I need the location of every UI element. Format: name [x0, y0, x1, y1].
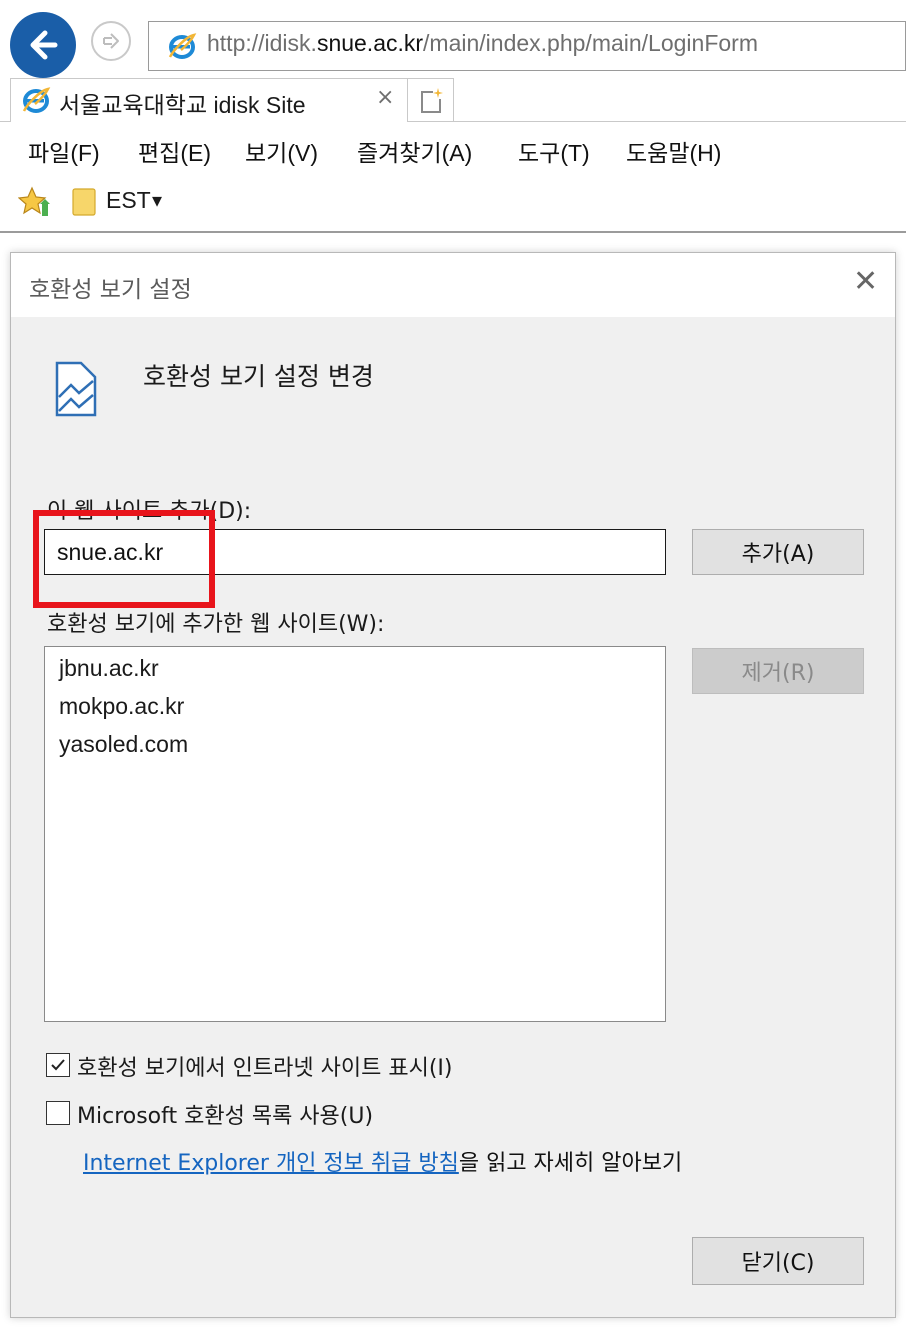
ms-compat-list-checkbox-label[interactable]: Microsoft 호환성 목록 사용(U): [77, 1098, 373, 1130]
browser-chrome: http://idisk.snue.ac.kr/main/index.php/m…: [0, 0, 906, 233]
add-button[interactable]: 추가(A): [692, 529, 864, 575]
favorites-bar: EST ▾: [0, 176, 906, 226]
address-bar[interactable]: http://idisk.snue.ac.kr/main/index.php/m…: [148, 21, 906, 71]
compatibility-view-dialog: 호환성 보기 설정 ✕ 호환성 보기 설정 변경 이 웹 사이트 추가(D): …: [10, 252, 896, 1318]
back-arrow-icon: [30, 30, 58, 60]
ie-logo-icon: [168, 33, 197, 59]
dialog-close-button[interactable]: ✕: [853, 267, 878, 297]
site-list-item[interactable]: mokpo.ac.kr: [59, 693, 184, 720]
privacy-line: Internet Explorer 개인 정보 취급 방침을 읽고 자세히 알아…: [83, 1145, 682, 1177]
site-list-item[interactable]: jbnu.ac.kr: [59, 655, 159, 682]
menu-bar: 파일(F) 편집(E) 보기(V) 즐겨찾기(A) 도구(T) 도움말(H): [0, 126, 906, 170]
folder-icon: [72, 188, 96, 216]
browser-tab[interactable]: 서울교육대학교 idisk Site ×: [10, 78, 408, 122]
favorites-star-icon[interactable]: [18, 186, 52, 218]
menu-file[interactable]: 파일(F): [28, 134, 100, 168]
menu-view[interactable]: 보기(V): [245, 134, 318, 168]
address-domain: snue.ac.kr: [316, 30, 424, 56]
forward-arrow-icon: [103, 33, 119, 49]
site-list[interactable]: jbnu.ac.kr mokpo.ac.kr yasoled.com: [44, 646, 666, 1022]
ie-logo-icon: [22, 87, 51, 113]
privacy-line-text: 을 읽고 자세히 알아보기: [458, 1151, 683, 1176]
intranet-checkbox[interactable]: [46, 1053, 70, 1077]
tab-strip-line: [0, 121, 10, 122]
dialog-title: 호환성 보기 설정: [29, 277, 192, 303]
checkmark-icon: [51, 1059, 65, 1071]
back-button[interactable]: [10, 12, 76, 78]
favorites-folder-est[interactable]: EST: [106, 187, 151, 214]
intranet-checkbox-label[interactable]: 호환성 보기에서 인트라넷 사이트 표시(I): [77, 1050, 452, 1082]
dialog-titlebar: 호환성 보기 설정 ✕: [11, 253, 895, 317]
menu-tools[interactable]: 도구(T): [518, 134, 590, 168]
tab-strip-line: [454, 121, 906, 122]
tab-close-button[interactable]: ×: [376, 85, 394, 110]
new-tab-button[interactable]: [408, 78, 454, 122]
tab-title: 서울교육대학교 idisk Site: [59, 92, 306, 118]
compatibility-view-icon: [55, 361, 97, 417]
dialog-heading: 호환성 보기 설정 변경: [143, 362, 374, 391]
new-tab-icon: [421, 88, 443, 113]
close-button[interactable]: 닫기(C): [692, 1237, 864, 1285]
highlight-annotation: [33, 510, 215, 608]
site-list-item[interactable]: yasoled.com: [59, 731, 188, 758]
chrome-divider: [0, 231, 906, 233]
site-list-label: 호환성 보기에 추가한 웹 사이트(W):: [47, 612, 385, 637]
address-url: http://idisk.snue.ac.kr/main/index.php/m…: [207, 30, 758, 56]
chevron-down-icon[interactable]: ▾: [152, 188, 162, 212]
menu-edit[interactable]: 편집(E): [138, 134, 211, 168]
menu-help[interactable]: 도움말(H): [626, 134, 721, 168]
menu-favorites[interactable]: 즐겨찾기(A): [357, 134, 472, 168]
forward-button[interactable]: [91, 21, 131, 61]
ms-compat-list-checkbox[interactable]: [46, 1101, 70, 1125]
privacy-policy-link[interactable]: Internet Explorer 개인 정보 취급 방침: [83, 1151, 459, 1176]
remove-button[interactable]: 제거(R): [692, 648, 864, 694]
